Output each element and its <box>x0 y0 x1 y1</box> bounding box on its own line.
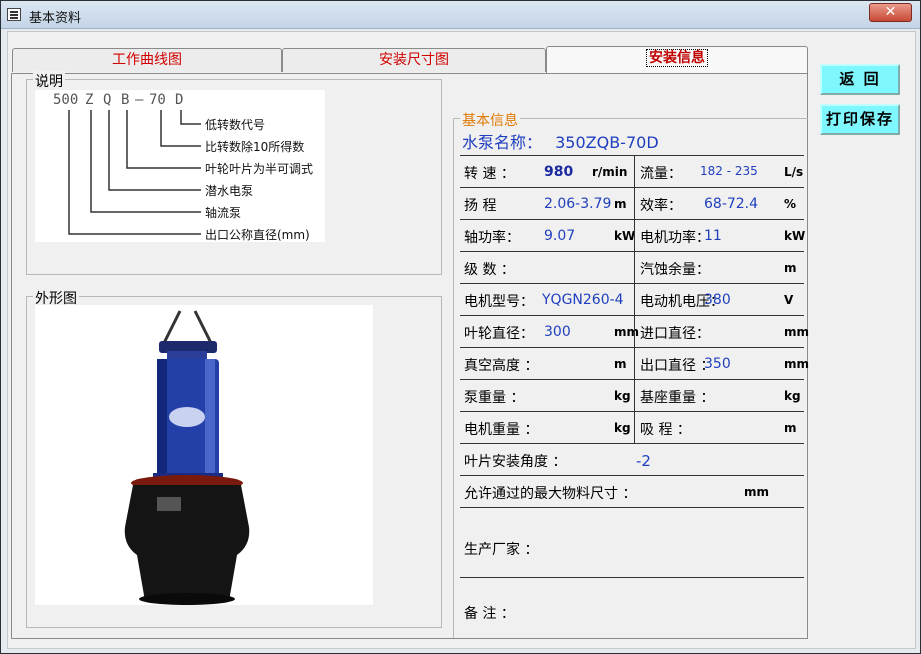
spec-right-label: 汽蚀余量： <box>640 262 710 278</box>
spec-left-label: 叶轮直径： <box>464 326 534 342</box>
spec-right-unit: kg <box>784 389 801 403</box>
spec-right-unit: V <box>784 293 794 307</box>
code-diameter: 500 <box>53 92 79 108</box>
pump-image <box>35 305 373 605</box>
spec-left-unit: mm <box>614 325 640 339</box>
code-axial: Z <box>85 92 94 108</box>
spec-right-label: 进口直径： <box>640 326 710 342</box>
spec-left-unit: m <box>614 197 627 211</box>
spec-left-value: 2.06-3.79 <box>544 196 612 212</box>
spec-right-value: 350 <box>704 356 731 372</box>
tab-install-info[interactable]: 安装信息 <box>546 46 808 74</box>
legend-item: 比转数除10所得数 <box>205 140 305 154</box>
app-icon <box>7 8 21 21</box>
divider <box>460 379 804 380</box>
code-speed: 70 <box>149 92 166 108</box>
basic-info-title: 基本信息 <box>460 110 520 130</box>
spec-right-unit: % <box>784 197 797 211</box>
spec-left-unit: kg <box>614 421 631 435</box>
print-save-button[interactable]: 打印保存 <box>820 104 900 135</box>
divider <box>460 475 804 476</box>
spec-left-value: YQGN260-4 <box>542 292 624 308</box>
legend-title: 说明 <box>33 71 65 91</box>
spec-right-label: 流量： <box>640 166 682 182</box>
spec-left-unit: kg <box>614 389 631 403</box>
legend-item: 潜水电泵 <box>205 184 254 198</box>
spec-left-unit: kW <box>614 229 636 243</box>
tab-work-curve[interactable]: 工作曲线图 <box>12 48 282 72</box>
blade-angle-label: 叶片安装角度 ： <box>464 454 567 470</box>
spec-right-unit: L/s <box>784 165 804 179</box>
outline-group: 外形图 <box>26 288 442 628</box>
spec-right-label: 吸 程 ： <box>640 422 691 438</box>
spec-left-unit: r/min <box>592 165 628 179</box>
spec-left-label: 转 速 ： <box>464 166 515 182</box>
spec-left-label: 电机型号： <box>464 294 534 310</box>
divider <box>460 251 804 252</box>
spec-right-unit: mm <box>784 325 810 339</box>
remarks-label: 备 注 ： <box>464 606 515 622</box>
blade-angle-value: -2 <box>636 452 651 470</box>
pump-name-value: 350ZQB-70D <box>555 133 659 152</box>
legend-group: 说明 500 Z Q B — 70 D 低转数代号 比转数除10所得数 叶轮叶片… <box>26 71 442 275</box>
spec-left-value: 9.07 <box>544 228 576 244</box>
legend-diagram: 500 Z Q B — 70 D 低转数代号 比转数除10所得数 叶轮叶片为半可… <box>35 90 325 242</box>
spec-left-value: 980 <box>544 164 574 180</box>
spec-left-label: 泵重量 ： <box>464 390 525 406</box>
spec-right-label: 基座重量 ： <box>640 390 715 406</box>
code-dash: — <box>135 92 144 108</box>
spec-right-unit: mm <box>784 357 810 371</box>
code-low-speed: D <box>175 92 184 108</box>
spec-right-value: 380 <box>704 292 731 308</box>
column-divider <box>634 155 635 443</box>
legend-item: 叶轮叶片为半可调式 <box>205 162 314 176</box>
window-title: 基本资料 <box>29 11 82 26</box>
spec-right-label: 电机功率： <box>640 230 710 246</box>
legend-item: 轴流泵 <box>205 206 242 220</box>
max-material-label: 允许通过的最大物料尺寸 ： <box>464 486 637 502</box>
divider <box>460 283 804 284</box>
back-button[interactable]: 返 回 <box>820 64 900 95</box>
divider <box>460 187 804 188</box>
code-blade: B <box>121 92 130 108</box>
max-material-unit: mm <box>744 485 770 499</box>
basic-info-group: 基本信息 水泵名称： 350ZQB-70D 叶片安装角度 ： -2 允许通过的最… <box>453 110 810 638</box>
spec-right-value: 11 <box>704 228 722 244</box>
divider <box>460 347 804 348</box>
close-button[interactable]: ✕ <box>869 3 912 22</box>
spec-right-unit: m <box>784 261 797 275</box>
legend-item: 出口公称直径(mm) <box>205 228 310 242</box>
title-bar: 基本资料 ✕ <box>1 1 920 29</box>
manufacturer-label: 生产厂家 ： <box>464 542 539 558</box>
spec-right-value: 182 - 235 <box>700 164 758 178</box>
spec-right-label: 效率： <box>640 198 682 214</box>
code-submersible: Q <box>103 92 112 108</box>
spec-left-label: 扬 程 <box>464 198 497 214</box>
spec-left-value: 300 <box>544 324 571 340</box>
divider <box>460 443 804 444</box>
spec-right-unit: kW <box>784 229 806 243</box>
spec-left-label: 级 数 ： <box>464 262 515 278</box>
tab-install-dimensions[interactable]: 安装尺寸图 <box>282 48 546 72</box>
divider <box>460 155 804 156</box>
client-area: 工作曲线图 安装尺寸图 安装信息 说明 500 Z Q B — 70 D 低转数… <box>7 31 916 649</box>
legend-item: 低转数代号 <box>205 118 266 132</box>
spec-right-unit: m <box>784 421 797 435</box>
main-window: 基本资料 ✕ 工作曲线图 安装尺寸图 安装信息 说明 500 Z Q B — 7… <box>0 0 921 654</box>
pump-illustration <box>124 310 250 605</box>
pump-name-label: 水泵名称： <box>462 133 543 152</box>
spec-left-unit: m <box>614 357 627 371</box>
divider <box>460 411 804 412</box>
divider <box>460 315 804 316</box>
spec-left-label: 轴功率： <box>464 230 520 246</box>
spec-left-label: 真空高度 ： <box>464 358 539 374</box>
tab-panel: 说明 500 Z Q B — 70 D 低转数代号 比转数除10所得数 叶轮叶片… <box>11 71 810 639</box>
spec-left-label: 电机重量 ： <box>464 422 539 438</box>
pump-name-row: 水泵名称： 350ZQB-70D <box>462 129 659 153</box>
divider <box>460 577 804 578</box>
divider <box>460 219 804 220</box>
divider <box>460 507 804 508</box>
spec-right-value: 68-72.4 <box>704 196 759 212</box>
